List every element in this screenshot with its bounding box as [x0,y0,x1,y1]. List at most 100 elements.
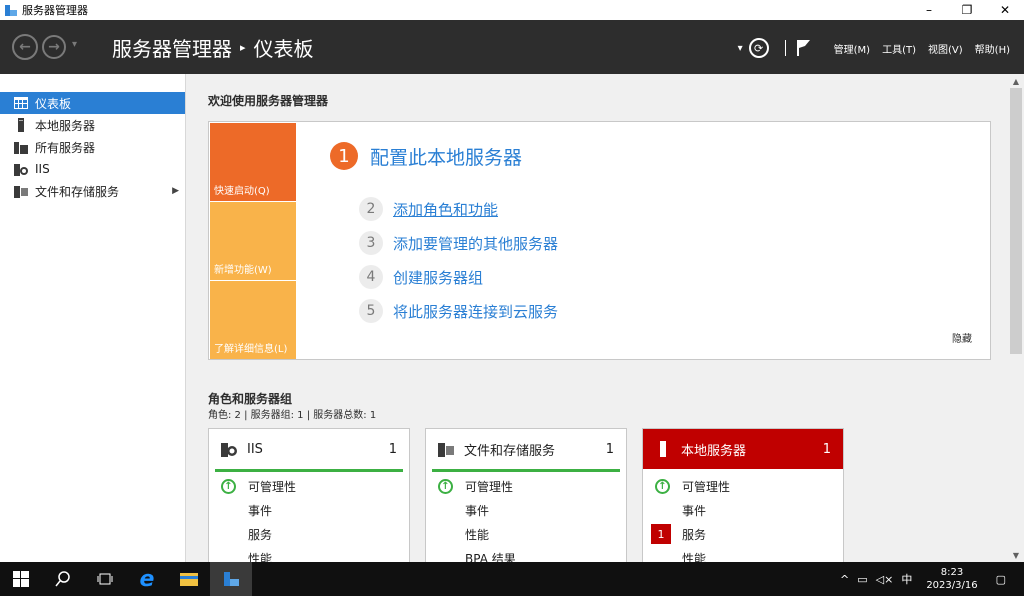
start-button[interactable] [0,562,42,596]
sidebar-item-label: 仪表板 [35,96,72,111]
network-icon[interactable]: ▭ [857,573,867,586]
card-row-manageability[interactable]: ↑ 可管理性 [643,474,843,498]
step-add-roles[interactable]: 2 添加角色和功能 [359,197,498,221]
card-row-bpa-results[interactable]: BPA 结果 [426,546,626,563]
welcome-title: 欢迎使用服务器管理器 [208,94,329,108]
server-manager-taskbar-button[interactable] [210,562,252,596]
tile-quick-start[interactable]: 快速启动(Q) [210,123,296,201]
task-view-button[interactable] [84,562,126,596]
ime-indicator[interactable]: 中 [901,571,912,587]
refresh-icon[interactable]: ⟳ [748,38,769,58]
menu-manage[interactable]: 管理(M) [834,41,870,56]
row-label: 可管理性 [465,479,514,494]
row-label: 性能 [248,551,273,563]
back-button[interactable]: ← [12,34,38,60]
dashboard-icon [14,96,28,110]
scroll-down-icon[interactable]: ▼ [1008,548,1024,562]
sidebar-item-iis[interactable]: IIS [0,158,185,180]
expand-arrow-icon[interactable]: ▶ [172,186,179,196]
step-connect-cloud[interactable]: 5 将此服务器连接到云服务 [359,299,558,323]
volume-muted-icon[interactable]: ◁× [876,573,894,586]
notifications-flag-icon[interactable] [796,39,812,57]
tray-expand-icon[interactable]: ^ [840,573,849,586]
tile-learn-more[interactable]: 了解详细信息(L) [210,281,296,359]
card-title: IIS [247,441,263,457]
forward-button[interactable]: → [42,35,66,59]
notification-center-icon[interactable]: ▢ [996,573,1006,586]
sidebar-item-label: 本地服务器 [35,118,96,133]
menu-view[interactable]: 视图(V) [928,41,963,56]
step-create-group[interactable]: 4 创建服务器组 [359,265,483,289]
step-number: 1 [330,142,358,170]
servers-icon [14,140,28,154]
sidebar-item-label: 所有服务器 [35,140,96,155]
breadcrumb: 服务器管理器 ▸ 仪表板 [112,33,314,62]
menu-help[interactable]: 帮助(H) [975,41,1010,56]
sidebar-item-label: 文件和存储服务 [35,184,120,199]
search-button[interactable] [42,562,84,596]
row-label: BPA 结果 [465,551,516,563]
up-arrow-ok-icon: ↑ [655,478,670,494]
file-storage-icon [438,441,454,457]
breadcrumb-app[interactable]: 服务器管理器 [112,33,232,62]
card-title: 文件和存储服务 [464,443,556,459]
card-header[interactable]: IIS 1 [209,429,409,469]
server-manager-app-icon [224,572,239,586]
scroll-up-icon[interactable]: ▲ [1008,74,1024,88]
card-count: 1 [388,441,397,457]
card-count: 1 [605,441,614,457]
up-arrow-ok-icon: ↑ [221,478,236,494]
ie-browser-button[interactable]: e [126,562,168,596]
step-label: 添加要管理的其他服务器 [393,234,559,253]
card-row-manageability[interactable]: ↑ 可管理性 [426,474,626,498]
step-label: 创建服务器组 [393,268,484,287]
row-label: 事件 [682,503,707,518]
menu-tools[interactable]: 工具(T) [882,41,916,56]
card-header[interactable]: 本地服务器 1 [643,429,843,469]
card-row-performance[interactable]: 性能 [426,522,626,546]
sidebar-item-local-server[interactable]: 本地服务器 [0,114,185,136]
card-row-events[interactable]: 事件 [643,498,843,522]
step-configure-local-server[interactable]: 1 配置此本地服务器 [330,142,522,170]
card-row-events[interactable]: 事件 [426,498,626,522]
minimize-button[interactable]: – [910,0,948,20]
hide-link[interactable]: 隐藏 [952,330,972,345]
card-row-manageability[interactable]: ↑ 可管理性 [209,474,409,498]
role-card-local-server: 本地服务器 1 ↑ 可管理性 事件 1 服务 性能 [642,428,844,562]
row-label: 服务 [682,527,707,542]
row-label: 事件 [465,503,490,518]
card-row-services[interactable]: 服务 [209,522,409,546]
tile-whats-new[interactable]: 新增功能(W) [210,202,296,280]
card-row-services[interactable]: 1 服务 [643,522,843,546]
file-explorer-button[interactable] [168,562,210,596]
sidebar-item-file-storage[interactable]: 文件和存储服务 ▶ [0,180,185,202]
card-row-performance[interactable]: 性能 [643,546,843,563]
step-add-servers[interactable]: 3 添加要管理的其他服务器 [359,231,558,255]
clock[interactable]: 8:23 2023/3/16 [926,566,977,592]
status-line [432,469,620,472]
sidebar-item-label: IIS [35,162,50,176]
quick-start-panel: 快速启动(Q) 新增功能(W) 了解详细信息(L) 1 配置此本地服务器 2 添… [208,121,991,360]
card-header[interactable]: 文件和存储服务 1 [426,429,626,469]
server-icon [14,118,28,132]
card-row-events[interactable]: 事件 [209,498,409,522]
sidebar-item-dashboard[interactable]: 仪表板 [0,92,185,114]
sidebar-item-all-servers[interactable]: 所有服务器 [0,136,185,158]
breadcrumb-separator-icon: ▸ [240,41,246,54]
scrollbar-thumb[interactable] [1010,88,1022,354]
history-dropdown-icon[interactable]: ▾ [72,39,77,50]
taskbar: e ^ ▭ ◁× 中 8:23 2023/3/16 ▢ [0,562,1024,596]
notifications-dropdown-icon[interactable]: ▾ [738,43,743,54]
close-button[interactable]: ✕ [986,0,1024,20]
step-number: 2 [359,197,383,221]
card-row-performance[interactable]: 性能 [209,546,409,563]
roles-summary: 角色: 2 | 服务器组: 1 | 服务器总数: 1 [208,410,377,421]
maximize-button[interactable]: ❐ [948,0,986,20]
role-card-iis: IIS 1 ↑ 可管理性 事件 服务 性能 [208,428,410,562]
iis-icon [14,162,28,176]
forward-arrow-icon: → [48,39,60,55]
row-label: 可管理性 [248,479,297,494]
clock-date: 2023/3/16 [926,580,978,591]
vertical-scrollbar[interactable]: ▲ ▼ [1008,74,1024,562]
task-view-icon [97,573,113,585]
